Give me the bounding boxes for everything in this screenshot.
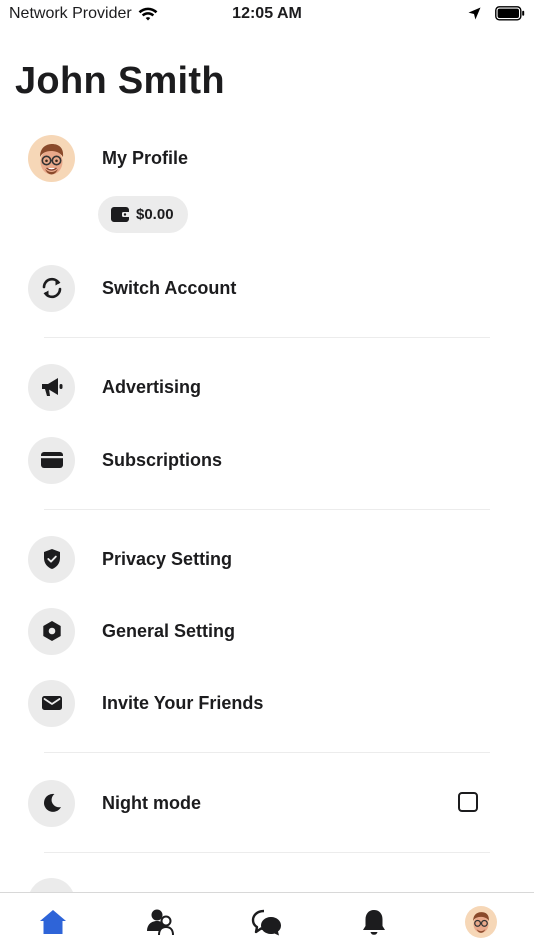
tab-messages[interactable] xyxy=(237,897,297,947)
privacy-icon-bg xyxy=(28,535,75,583)
tab-notifications[interactable] xyxy=(344,897,404,947)
section-divider xyxy=(44,337,490,338)
hexagon-gear-icon xyxy=(42,621,61,641)
chat-icon xyxy=(251,909,281,935)
megaphone-icon xyxy=(41,378,62,396)
menu-item-switch-account[interactable]: Switch Account xyxy=(28,264,506,312)
shield-check-icon xyxy=(43,549,60,569)
people-icon xyxy=(147,909,175,935)
avatar-memoji-icon xyxy=(40,143,64,174)
advertising-label: Advertising xyxy=(102,376,202,397)
menu-item-night-mode[interactable]: Night mode xyxy=(28,779,506,827)
avatar xyxy=(28,134,75,182)
subscriptions-label: Subscriptions xyxy=(102,449,223,470)
night-mode-label: Night mode xyxy=(102,792,201,813)
location-arrow-icon xyxy=(468,7,481,20)
subscriptions-icon-bg xyxy=(28,436,75,484)
menu-item-subscriptions[interactable]: Subscriptions xyxy=(28,436,506,484)
switch-account-label: Switch Account xyxy=(102,277,237,298)
battery-icon xyxy=(495,6,525,21)
envelope-icon xyxy=(41,696,62,710)
tab-profile[interactable] xyxy=(451,897,511,947)
status-right xyxy=(468,6,525,21)
night-mode-checkbox[interactable] xyxy=(458,792,478,812)
bottom-tab-bar xyxy=(0,892,534,950)
menu-item-general-setting[interactable]: General Setting xyxy=(28,607,506,655)
section-divider xyxy=(44,752,490,753)
general-icon-bg xyxy=(28,607,75,655)
moon-icon xyxy=(43,793,61,812)
home-icon xyxy=(40,909,67,934)
invite-icon-bg xyxy=(28,679,75,727)
menu-item-invite-friends[interactable]: Invite Your Friends xyxy=(28,679,506,727)
privacy-setting-label: Privacy Setting xyxy=(102,548,233,569)
general-setting-label: General Setting xyxy=(102,620,236,641)
bell-icon xyxy=(362,909,385,935)
wallet-icon xyxy=(111,207,130,222)
page-title: John Smith xyxy=(15,60,225,102)
avatar-memoji-icon xyxy=(464,905,497,938)
switch-account-icon-bg xyxy=(28,264,75,312)
menu-item-privacy-setting[interactable]: Privacy Setting xyxy=(28,535,506,583)
advertising-icon-bg xyxy=(28,363,75,411)
wallet-balance: $0.00 xyxy=(136,206,174,223)
menu-item-my-profile[interactable]: My Profile xyxy=(28,134,506,182)
status-time: 12:05 AM xyxy=(232,5,302,22)
night-mode-icon-bg xyxy=(28,779,75,827)
status-bar: Network Provider 12:05 AM xyxy=(0,0,534,28)
my-profile-label: My Profile xyxy=(102,147,189,168)
refresh-icon xyxy=(42,277,61,299)
tab-friends[interactable] xyxy=(130,897,190,947)
section-divider xyxy=(44,852,490,853)
tab-home[interactable] xyxy=(23,897,83,947)
card-icon xyxy=(40,452,63,468)
section-divider xyxy=(44,509,490,510)
menu-item-advertising[interactable]: Advertising xyxy=(28,363,506,411)
invite-friends-label: Invite Your Friends xyxy=(102,692,264,713)
wallet-balance-button[interactable]: $0.00 xyxy=(98,196,188,233)
